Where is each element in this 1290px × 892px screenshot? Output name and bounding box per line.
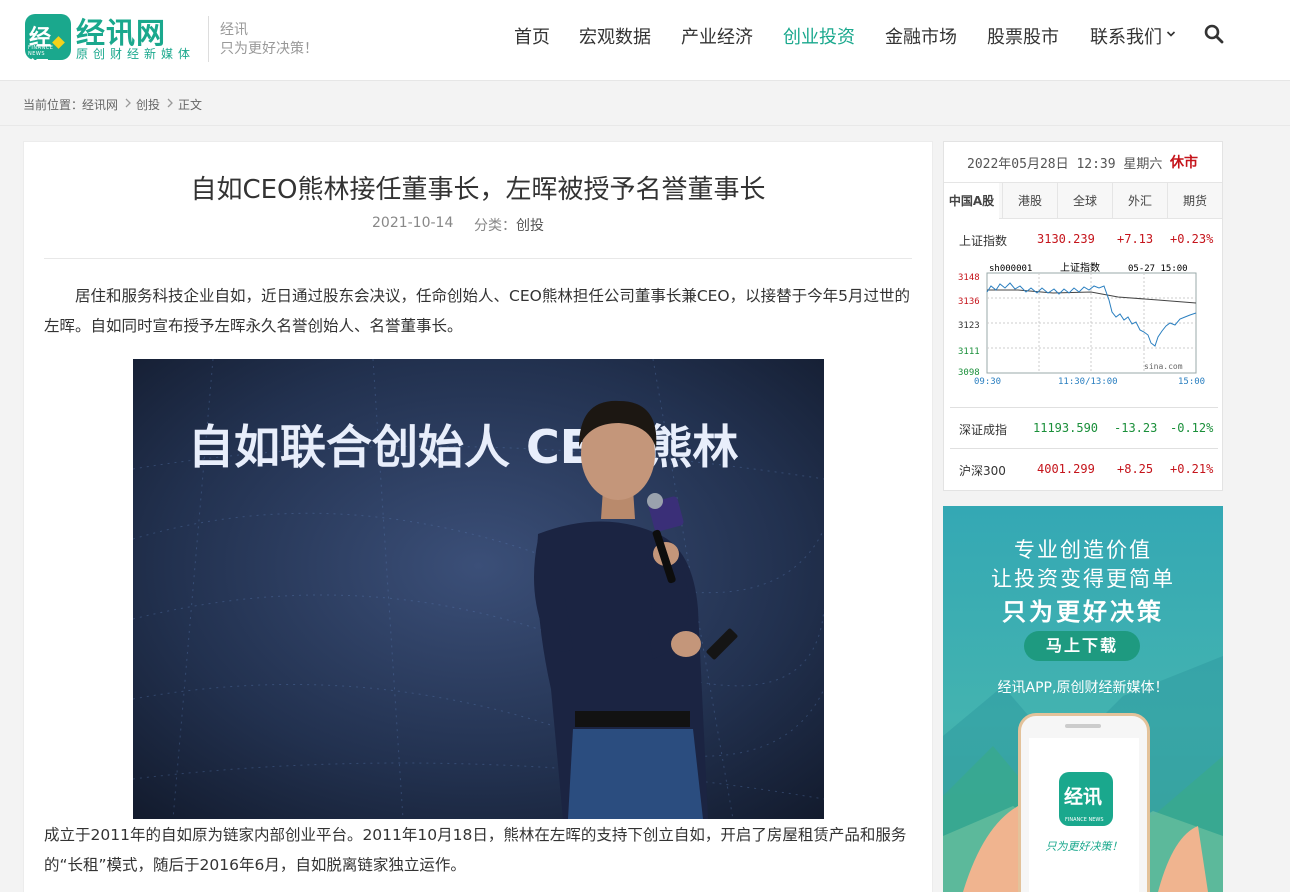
ad-line-2: 让投资变得更简单 (991, 567, 1175, 591)
row-divider (950, 407, 1218, 408)
article-category-label: 分类： (474, 218, 516, 234)
app-download-ad[interactable]: 专业创造价值 让投资变得更简单 只为更好决策 马上下载 经讯APP,原创财经新媒… (943, 506, 1223, 892)
logo-sub: FINANCE NEWS (28, 45, 54, 57)
index-change: +7.13 (1117, 232, 1154, 246)
ad-line-3: 只为更好决策 (1002, 598, 1164, 626)
article-photo: 自如联合创始人 CEO 熊林 (133, 359, 824, 819)
logo-tagline: 原创财经新媒体 (76, 47, 196, 61)
nav-home[interactable]: 首页 (514, 23, 550, 49)
title-divider (44, 258, 912, 259)
nav-venture-investment[interactable]: 创业投资 (783, 23, 855, 49)
chevron-right-icon (125, 98, 131, 108)
nav-financial-market[interactable]: 金融市场 (885, 23, 957, 49)
index-change: -13.23 (1114, 421, 1158, 435)
chart-ytick: 3136 (958, 297, 980, 307)
breadcrumb: 当前位置： 经讯网 创投 正文 (0, 82, 1290, 126)
intraday-chart[interactable]: 3148 3136 3123 3111 3098 sh000001 上证指数 0… (958, 262, 1214, 390)
chart-xtick: 15:00 (1178, 377, 1205, 387)
phone-slogan: 只为更好决策！ (1045, 840, 1123, 853)
ad-line-4: 经讯APP,原创财经新媒体！ (997, 680, 1169, 696)
tab-global[interactable]: 全球 (1057, 183, 1112, 219)
index-percent: -0.12% (1170, 421, 1214, 435)
phone-app-glyph: 经讯 (1064, 786, 1103, 808)
tab-hk-stocks[interactable]: 港股 (1002, 183, 1057, 219)
index-name: 深证成指 (959, 423, 1008, 437)
site-name: 经讯 (220, 22, 248, 38)
breadcrumb-category[interactable]: 创投 (136, 96, 160, 113)
chart-ytick: 3148 (958, 273, 980, 283)
site-header: 经讯 FINANCE NEWS 经讯网 原创财经新媒体 经讯 只为更好决策！ 首… (0, 0, 1290, 83)
ad-line-1: 专业创造价值 (1014, 538, 1152, 562)
chart-date: 05-27 15:00 (1128, 264, 1188, 274)
download-button[interactable]: 马上下载 (1024, 631, 1140, 661)
market-tabs: 中国A股 港股 全球 外汇 期货 (944, 182, 1222, 219)
logo-icon[interactable]: 经讯 FINANCE NEWS (25, 14, 71, 83)
nav-stock-market[interactable]: 股票股市 (987, 23, 1059, 49)
search-icon[interactable] (1204, 24, 1224, 44)
market-datetime: 2022年05月28日 12:39 星期六 (967, 157, 1163, 172)
tab-a-shares[interactable]: 中国A股 (944, 183, 999, 219)
chart-xtick: 09:30 (974, 377, 1001, 387)
article-category[interactable]: 创投 (516, 215, 544, 235)
phone-mockup: 经讯 FINANCE NEWS 只为更好决策！ (1018, 713, 1150, 892)
market-widget: 2022年05月28日 12:39 星期六 休市 中国A股 港股 全球 外汇 期… (943, 141, 1223, 491)
phone-app-icon: 经讯 FINANCE NEWS (1059, 772, 1113, 826)
logo-divider (208, 16, 209, 62)
breadcrumb-prefix: 当前位置： (23, 98, 84, 112)
article-card: 自如CEO熊林接任董事长，左晖被授予名誉董事长 2021-10-14 分类： 创… (23, 141, 933, 892)
chevron-right-icon (167, 98, 173, 108)
nav-industry-economy[interactable]: 产业经济 (681, 23, 753, 49)
chart-code: sh000001 (989, 264, 1032, 274)
phone-app-sub: FINANCE NEWS (1065, 817, 1104, 823)
chart-ytick: 3111 (958, 347, 980, 357)
index-percent: +0.21% (1170, 462, 1214, 476)
article-title: 自如CEO熊林接任董事长，左晖被授予名誉董事长 (190, 175, 766, 205)
market-status-badge: 休市 (1170, 155, 1198, 171)
index-value: 4001.299 (1037, 462, 1095, 476)
index-value: 3130.239 (1037, 232, 1095, 246)
site-slogan: 只为更好决策！ (220, 41, 318, 57)
breadcrumb-current: 正文 (178, 98, 203, 112)
speaker-photo-illustration: 自如联合创始人 CEO 熊林 (133, 359, 824, 819)
article-paragraph-1: 居住和服务科技企业自如，近日通过股东会决议，任命创始人、CEO熊林担任公司董事长… (44, 287, 910, 335)
nav-macro-data[interactable]: 宏观数据 (579, 23, 651, 49)
phone-speaker (1065, 724, 1101, 728)
chart-source: sina.com (1144, 362, 1183, 371)
index-value: 11193.590 (1033, 421, 1099, 435)
chart-ytick: 3123 (958, 321, 980, 331)
article-date: 2021-10-14 (372, 215, 454, 231)
chart-name: 上证指数 (1060, 262, 1100, 274)
tab-futures[interactable]: 期货 (1167, 183, 1222, 219)
article-paragraph-2: 成立于2011年的自如原为链家内部创业平台。2011年10月18日，熊林在左晖的… (44, 826, 907, 874)
index-change: +8.25 (1117, 462, 1154, 476)
tab-forex[interactable]: 外汇 (1112, 183, 1167, 219)
row-divider (950, 448, 1218, 449)
index-name: 沪深300 (959, 464, 1006, 478)
nav-contact-us[interactable]: 联系我们 (1090, 23, 1162, 49)
breadcrumb-home[interactable]: 经讯网 (82, 96, 118, 113)
index-percent: +0.23% (1170, 232, 1214, 246)
index-name: 上证指数 (959, 234, 1008, 248)
chart-xtick: 11:30/13:00 (1058, 377, 1118, 387)
chevron-down-icon[interactable] (1166, 29, 1176, 39)
